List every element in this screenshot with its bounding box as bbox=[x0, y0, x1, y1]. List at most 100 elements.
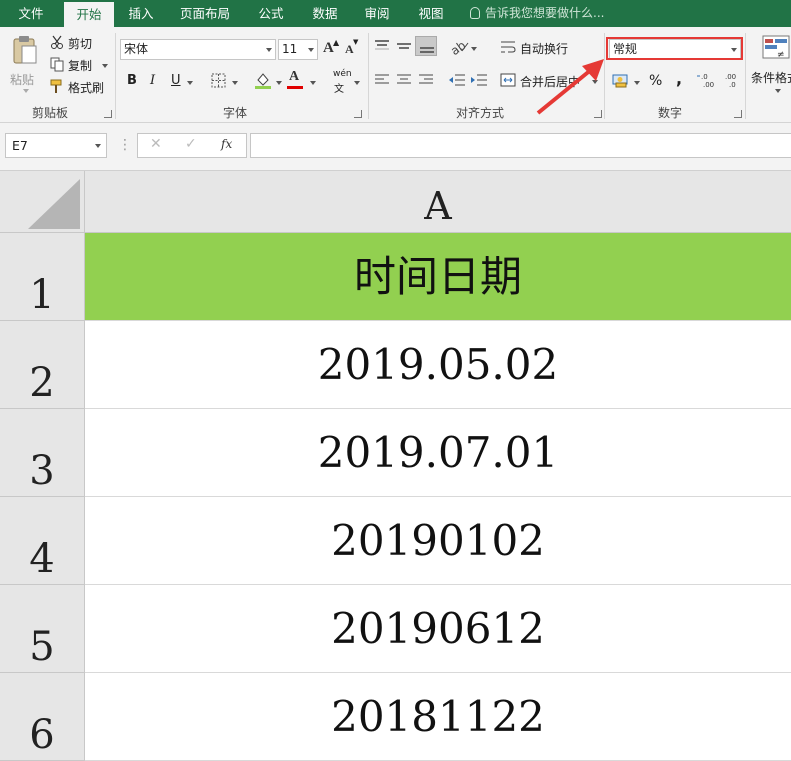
currency-dropdown-icon bbox=[634, 81, 640, 85]
align-right-icon[interactable] bbox=[418, 73, 434, 87]
italic-button[interactable]: I bbox=[150, 73, 155, 88]
tab-formulas[interactable]: 公式 bbox=[248, 0, 294, 27]
row-header[interactable]: 2 bbox=[0, 321, 85, 409]
formula-input[interactable] bbox=[250, 133, 791, 158]
currency-icon[interactable] bbox=[612, 72, 630, 88]
copy-button[interactable]: 复制 bbox=[50, 57, 110, 75]
increase-decimal-icon[interactable]: .0.00 bbox=[697, 72, 717, 88]
orientation-dropdown-icon bbox=[471, 47, 477, 51]
tab-data[interactable]: 数据 bbox=[302, 0, 348, 27]
row-header[interactable]: 6 bbox=[0, 673, 85, 761]
align-top-icon[interactable] bbox=[374, 39, 390, 53]
percent-button[interactable]: % bbox=[649, 73, 662, 89]
copy-dropdown-icon bbox=[102, 64, 108, 68]
phonetic-dropdown-icon bbox=[354, 81, 360, 85]
align-left-icon[interactable] bbox=[374, 73, 390, 87]
tab-insert[interactable]: 插入 bbox=[118, 0, 164, 27]
grow-arrow-icon: ▲ bbox=[333, 38, 340, 47]
formula-bar: E7 ⋮ ✕ ✓ fx bbox=[0, 123, 791, 171]
borders-dropdown-icon bbox=[232, 81, 238, 85]
underline-dropdown-icon bbox=[187, 81, 193, 85]
cell-a1[interactable]: 时间日期 bbox=[85, 233, 791, 321]
clipboard-icon bbox=[13, 36, 37, 64]
font-name-combo[interactable]: 宋体 bbox=[120, 39, 276, 60]
decrease-indent-icon[interactable] bbox=[448, 73, 466, 87]
tab-review[interactable]: 审阅 bbox=[354, 0, 400, 27]
cell-a4[interactable]: 20190102 bbox=[85, 497, 791, 585]
cell-a5[interactable]: 20190612 bbox=[85, 585, 791, 673]
cut-button[interactable]: 剪切 bbox=[50, 35, 110, 53]
formula-buttons: ✕ ✓ fx bbox=[137, 133, 247, 158]
svg-text:.00: .00 bbox=[725, 73, 736, 81]
paste-button[interactable]: 粘贴 bbox=[6, 33, 44, 95]
tab-page-layout[interactable]: 页面布局 bbox=[170, 0, 240, 27]
tell-me-search[interactable]: 告诉我您想要做什么... bbox=[470, 0, 604, 27]
row-header[interactable]: 3 bbox=[0, 409, 85, 497]
cell-a2[interactable]: 2019.05.02 bbox=[85, 321, 791, 409]
tab-view[interactable]: 视图 bbox=[408, 0, 454, 27]
enter-icon[interactable]: ✓ bbox=[185, 136, 197, 152]
paste-label: 粘贴 bbox=[10, 73, 35, 87]
tab-home[interactable]: 开始 bbox=[64, 2, 114, 27]
merge-cells-icon bbox=[500, 73, 516, 87]
font-size-combo[interactable]: 11 bbox=[278, 39, 318, 60]
align-center-icon[interactable] bbox=[396, 73, 412, 87]
cell-a6[interactable]: 20181122 bbox=[85, 673, 791, 761]
svg-text:.0: .0 bbox=[729, 81, 736, 88]
group-divider bbox=[745, 33, 746, 119]
ribbon-tab-bar: 文件 开始 插入 页面布局 公式 数据 审阅 视图 告诉我您想要做什么... bbox=[0, 0, 791, 27]
align-bottom-icon bbox=[420, 47, 434, 53]
group-divider bbox=[115, 33, 116, 119]
column-header-a[interactable]: A bbox=[85, 171, 791, 233]
cut-label: 剪切 bbox=[68, 37, 93, 51]
tab-file[interactable]: 文件 bbox=[4, 0, 58, 27]
select-all-triangle-icon bbox=[28, 179, 80, 229]
number-launcher-icon[interactable] bbox=[734, 110, 742, 118]
cancel-icon[interactable]: ✕ bbox=[150, 136, 162, 152]
name-box-value: E7 bbox=[12, 138, 28, 153]
comma-button[interactable]: , bbox=[676, 69, 682, 88]
font-group-label: 字体 bbox=[222, 106, 247, 120]
borders-icon[interactable] bbox=[211, 73, 226, 88]
name-box[interactable]: E7 bbox=[5, 133, 107, 158]
align-middle-icon[interactable] bbox=[396, 39, 412, 53]
conditional-format-label[interactable]: 条件格式 bbox=[751, 69, 791, 86]
svg-text:.0: .0 bbox=[701, 73, 708, 81]
font-color-button[interactable]: A bbox=[289, 69, 299, 85]
group-divider bbox=[368, 33, 369, 119]
chevron-down-icon bbox=[95, 144, 101, 148]
font-color-swatch bbox=[287, 86, 303, 89]
orientation-icon[interactable]: ab bbox=[450, 37, 470, 55]
underline-button[interactable]: U bbox=[171, 73, 181, 88]
row-header[interactable]: 4 bbox=[0, 497, 85, 585]
decrease-decimal-icon[interactable]: .00.0 bbox=[721, 72, 741, 88]
paste-dropdown-icon bbox=[23, 89, 29, 93]
cell-a3[interactable]: 2019.07.01 bbox=[85, 409, 791, 497]
tell-me-text: 告诉我您想要做什么... bbox=[485, 6, 605, 20]
conditional-format-icon[interactable]: ≠ bbox=[762, 35, 790, 65]
select-all-corner[interactable] bbox=[0, 171, 85, 233]
clipboard-launcher-icon[interactable] bbox=[104, 110, 112, 118]
fill-color-icon[interactable] bbox=[254, 71, 272, 89]
phonetic-button[interactable]: wén bbox=[333, 69, 352, 79]
align-bottom-button[interactable] bbox=[415, 36, 437, 56]
shrink-arrow-icon: ▼ bbox=[353, 38, 359, 46]
font-name-value: 宋体 bbox=[124, 42, 149, 56]
copy-label: 复制 bbox=[68, 59, 93, 73]
scissors-icon bbox=[51, 35, 63, 49]
alignment-group-label: 对齐方式 bbox=[455, 106, 504, 120]
increase-indent-icon[interactable] bbox=[470, 73, 488, 87]
format-painter-button[interactable]: 格式刷 bbox=[50, 79, 110, 97]
font-size-value: 11 bbox=[282, 42, 298, 56]
font-launcher-icon[interactable] bbox=[354, 110, 362, 118]
number-group-label: 数字 bbox=[657, 106, 682, 120]
row-header[interactable]: 5 bbox=[0, 585, 85, 673]
phonetic-char-icon: 文 bbox=[334, 84, 344, 95]
insert-function-icon[interactable]: fx bbox=[221, 137, 232, 151]
copy-icon bbox=[50, 57, 64, 72]
svg-text:≠: ≠ bbox=[777, 50, 785, 60]
row-header[interactable]: 1 bbox=[0, 233, 85, 321]
svg-text:.00: .00 bbox=[703, 81, 714, 88]
highlight-box bbox=[606, 37, 743, 60]
bold-button[interactable]: B bbox=[127, 73, 137, 88]
